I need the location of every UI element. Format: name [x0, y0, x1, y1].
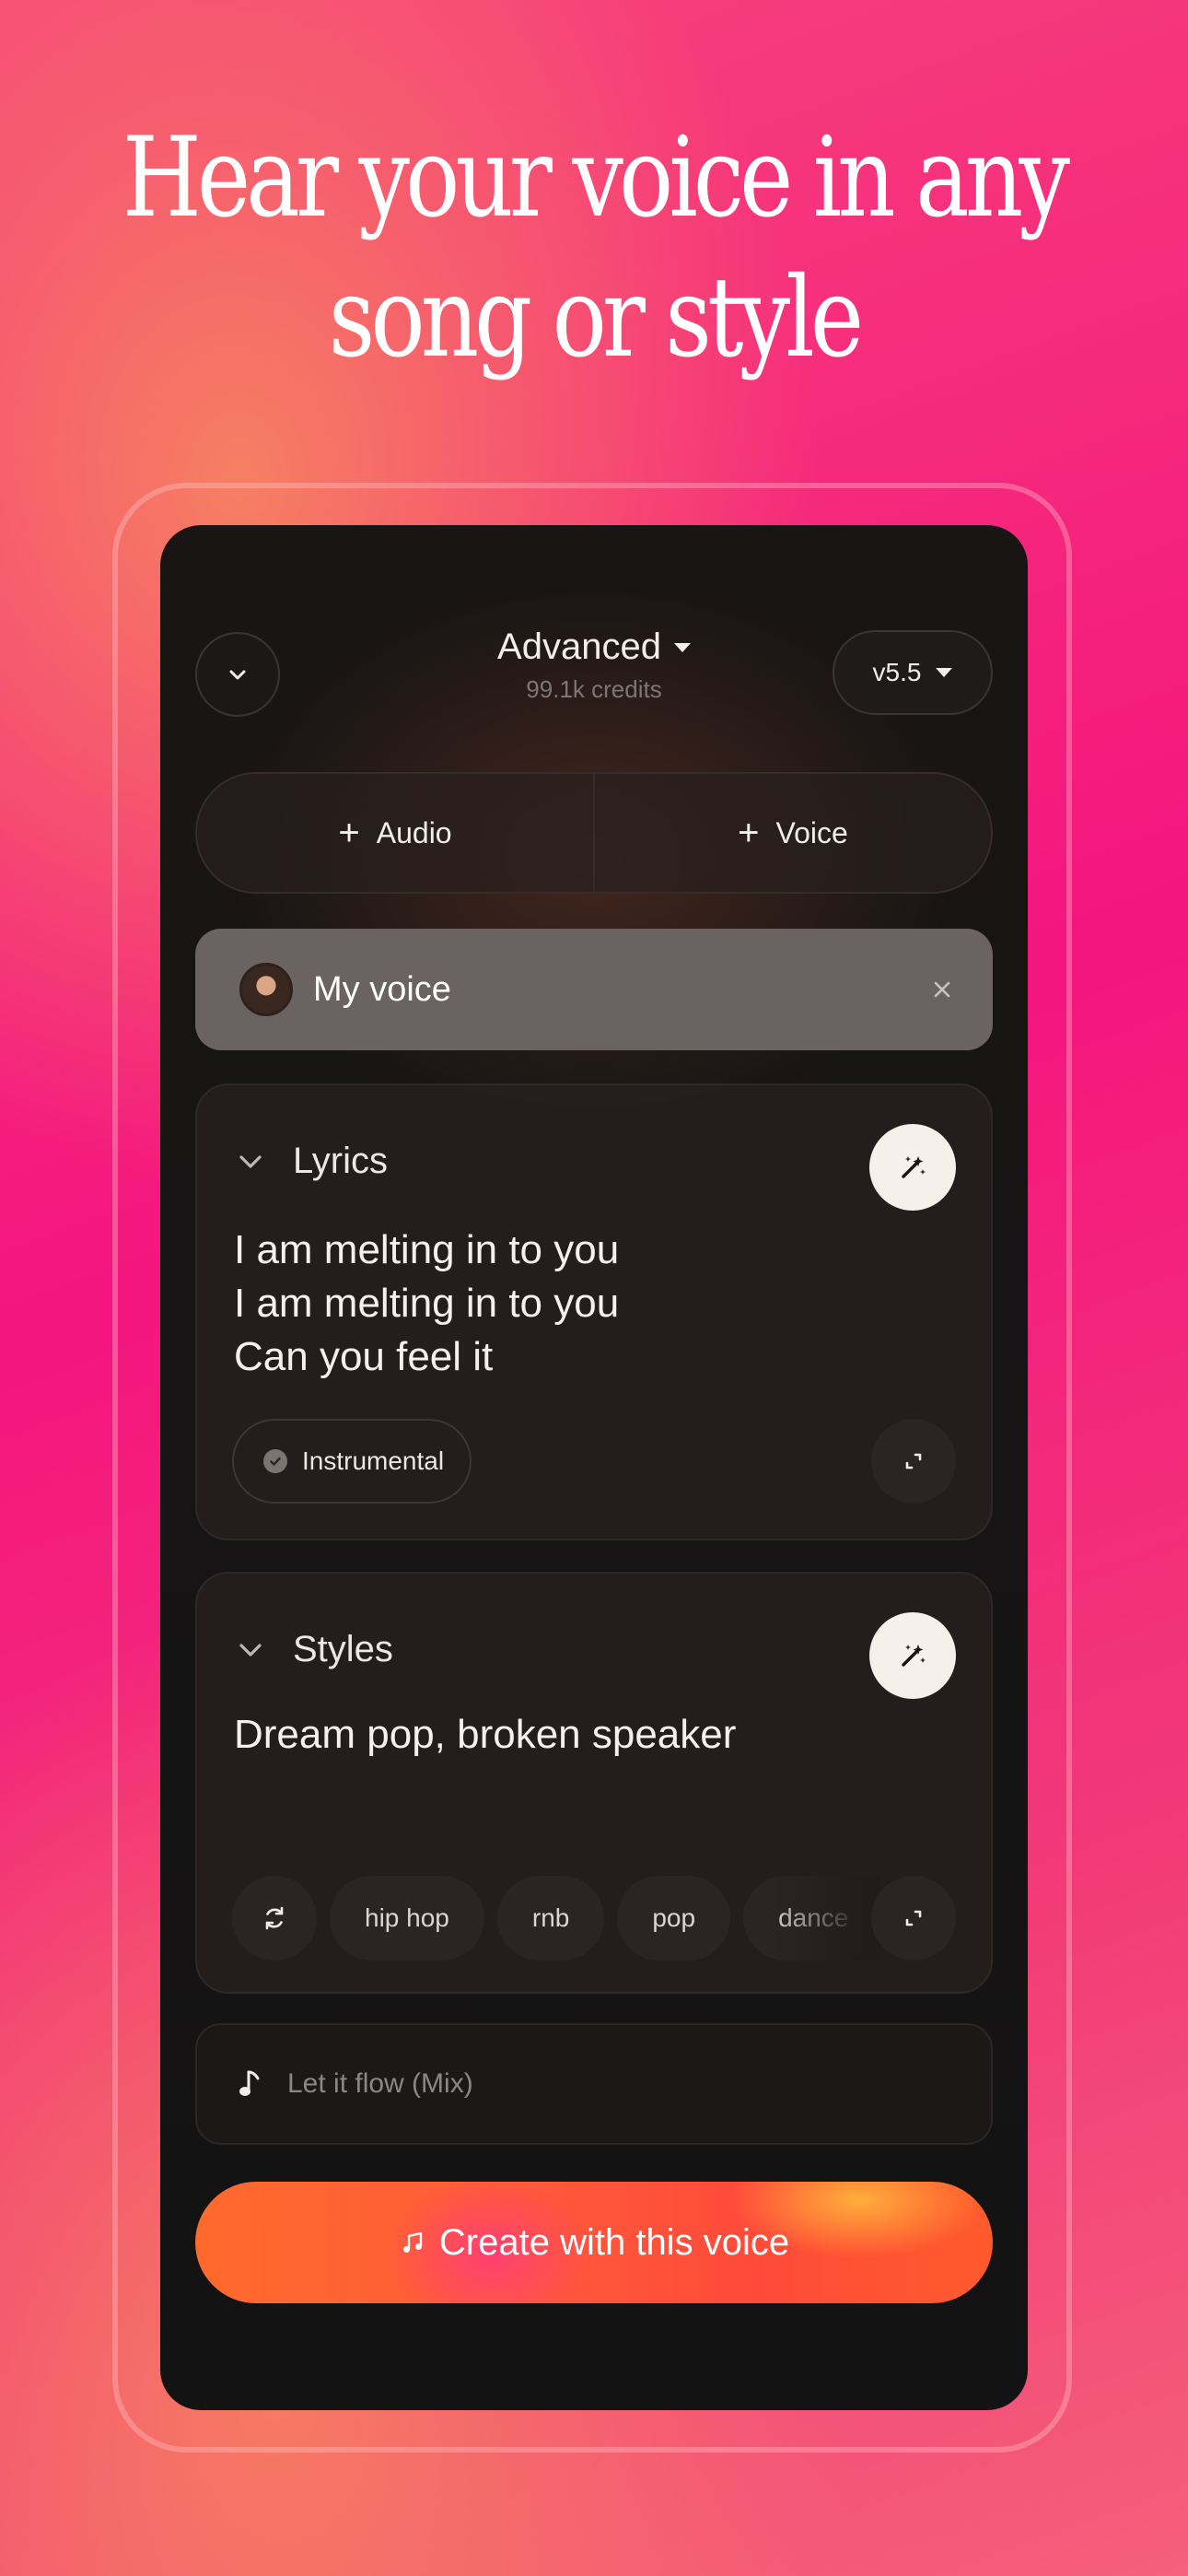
- generate-lyrics-button[interactable]: [869, 1124, 956, 1211]
- lyrics-line: I am melting in to you: [234, 1281, 620, 1326]
- music-notes-icon: [402, 2231, 423, 2253]
- create-button-label: Create with this voice: [438, 2221, 790, 2263]
- styles-text[interactable]: Dream pop, broken speaker: [234, 1712, 736, 1758]
- add-voice-label: Voice: [775, 815, 848, 849]
- refresh-tags-button[interactable]: [232, 1876, 317, 1961]
- chevron-down-icon: [239, 1643, 262, 1657]
- close-icon[interactable]: [928, 976, 956, 1003]
- version-label: v5.5: [872, 658, 922, 686]
- headline-line-2: song or style: [328, 254, 864, 382]
- refresh-icon: [265, 1906, 284, 1930]
- lyrics-card: Lyrics I am melting in to you I am melti…: [195, 1083, 993, 1540]
- style-tag[interactable]: rnb: [496, 1876, 605, 1961]
- song-title-placeholder: Let it flow (Mix): [287, 2068, 473, 2099]
- avatar: [239, 963, 293, 1016]
- lyrics-text[interactable]: I am melting in to you I am melting in t…: [234, 1224, 619, 1384]
- lyrics-header[interactable]: Lyrics: [234, 1141, 388, 1182]
- check-icon: [263, 1449, 287, 1473]
- magic-wand-icon: [902, 1156, 926, 1178]
- chevron-down-icon: [229, 670, 246, 680]
- plus-icon: +: [738, 813, 760, 853]
- music-note-icon: [239, 2070, 260, 2096]
- caret-down-icon: [673, 642, 691, 652]
- add-bar: + Audio + Voice: [195, 772, 993, 894]
- collapse-button[interactable]: [195, 632, 280, 717]
- expand-icon: [905, 1453, 922, 1469]
- lyrics-title: Lyrics: [293, 1141, 388, 1181]
- add-voice-button[interactable]: + Voice: [593, 774, 991, 892]
- styles-card: Styles Dream pop, broken speaker hip hop: [195, 1572, 993, 1994]
- lyrics-line: I am melting in to you: [234, 1227, 620, 1272]
- styles-title: Styles: [293, 1629, 393, 1669]
- phone-screen: Advanced 99.1k credits v5.5 + Audio + Vo…: [160, 525, 1028, 2410]
- magic-wand-icon: [902, 1645, 926, 1667]
- plus-icon: +: [338, 813, 360, 853]
- credits-label: 99.1k credits: [526, 675, 662, 703]
- add-audio-button[interactable]: + Audio: [197, 774, 593, 892]
- mode-label: Advanced: [497, 626, 661, 667]
- chevron-down-icon: [239, 1154, 262, 1168]
- styles-header[interactable]: Styles: [234, 1629, 393, 1670]
- style-tag[interactable]: hip hop: [330, 1876, 484, 1961]
- expand-lyrics-button[interactable]: [871, 1419, 956, 1504]
- expand-icon: [905, 1910, 922, 1926]
- version-selector[interactable]: v5.5: [833, 630, 993, 715]
- mode-selector[interactable]: Advanced 99.1k credits: [437, 626, 751, 704]
- style-tag[interactable]: pop: [617, 1876, 731, 1961]
- headline-line-1: Hear your voice in any: [122, 114, 1070, 242]
- tags-fade: [770, 1876, 880, 1961]
- headline: Hear your voice in any song or style: [107, 109, 1081, 389]
- create-button[interactable]: Create with this voice: [195, 2182, 993, 2303]
- generate-styles-button[interactable]: [869, 1612, 956, 1699]
- add-audio-label: Audio: [376, 815, 452, 849]
- voice-chip-label: My voice: [313, 969, 451, 1009]
- expand-styles-button[interactable]: [871, 1876, 956, 1961]
- caret-down-icon: [936, 668, 953, 677]
- instrumental-toggle[interactable]: Instrumental: [232, 1419, 472, 1504]
- instrumental-label: Instrumental: [302, 1446, 445, 1475]
- lyrics-line: Can you feel it: [234, 1334, 494, 1379]
- selected-voice-chip[interactable]: My voice: [195, 929, 993, 1050]
- song-title-field[interactable]: Let it flow (Mix): [195, 2023, 993, 2145]
